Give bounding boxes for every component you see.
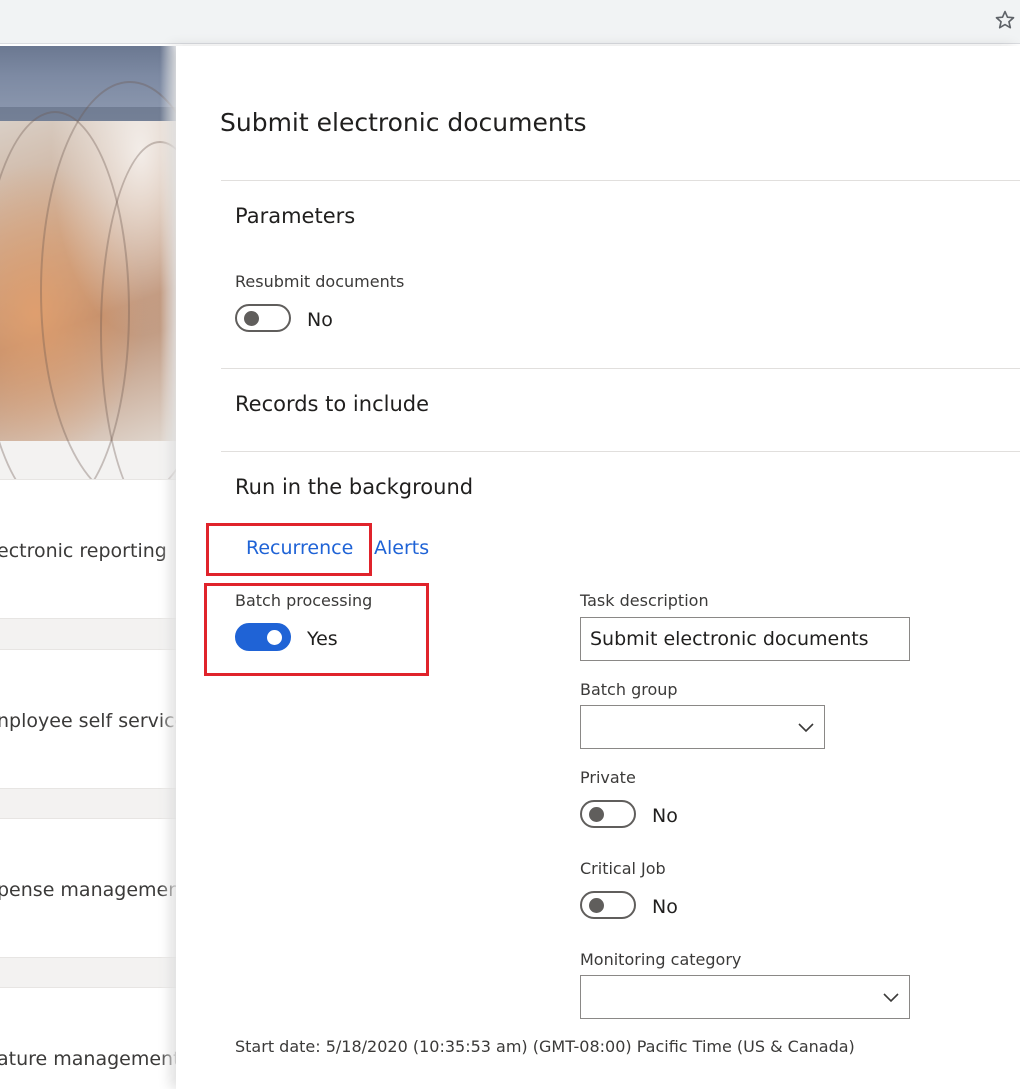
hero-image [0,81,176,521]
submit-dialog: Submit electronic documents Parameters R… [176,46,1020,1089]
toggle-knob [244,311,259,326]
divider [221,180,1020,181]
divider [221,368,1020,369]
batch-processing-label: Batch processing [235,591,373,610]
critical-job-value: No [652,896,678,918]
workspace-tile[interactable]: nployee self service [0,649,176,789]
workspace-tile-label: ature management [0,1048,176,1070]
task-description-label: Task description [580,591,709,610]
monitoring-category-label: Monitoring category [580,950,742,969]
resubmit-documents-toggle[interactable] [235,304,291,332]
section-parameters-heading[interactable]: Parameters [235,204,355,228]
workspace-tile[interactable]: ectronic reporting [0,479,176,619]
section-background-heading[interactable]: Run in the background [235,475,473,499]
dialog-title: Submit electronic documents [220,108,587,137]
private-toggle[interactable] [580,800,636,828]
batch-processing-value: Yes [307,628,338,650]
workspace-tile[interactable]: ature management [0,987,176,1089]
monitoring-category-combobox[interactable] [580,975,910,1019]
resubmit-documents-value: No [307,309,333,331]
batch-processing-toggle[interactable] [235,623,291,651]
private-label: Private [580,768,636,787]
workspace-tile-label: pense management [0,879,176,901]
divider [221,451,1020,452]
toggle-knob [267,630,282,645]
chevron-down-icon[interactable] [796,717,816,737]
star-outline-icon[interactable] [992,7,1018,33]
resubmit-documents-label: Resubmit documents [235,272,405,291]
browser-toolbar [0,0,1020,44]
start-date-text: Start date: 5/18/2020 (10:35:53 am) (GMT… [235,1037,855,1056]
workspace-tile-label: ectronic reporting [0,540,167,562]
toggle-knob [589,898,604,913]
task-description-input[interactable] [580,617,910,661]
workspace-tile[interactable]: pense management [0,818,176,958]
overlay-shadow [160,46,176,1089]
section-records-heading[interactable]: Records to include [235,392,429,416]
chevron-down-icon[interactable] [881,987,901,1007]
workspace-tile-label: nployee self service [0,710,176,732]
toggle-knob [589,807,604,822]
batch-group-label: Batch group [580,680,678,699]
critical-job-toggle[interactable] [580,891,636,919]
tab-alerts[interactable]: Alerts [374,537,429,559]
private-value: No [652,805,678,827]
critical-job-label: Critical Job [580,859,666,878]
workspace-background: ectronic reporting nployee self service … [0,46,176,1089]
tab-recurrence[interactable]: Recurrence [246,537,353,559]
batch-group-combobox[interactable] [580,705,825,749]
